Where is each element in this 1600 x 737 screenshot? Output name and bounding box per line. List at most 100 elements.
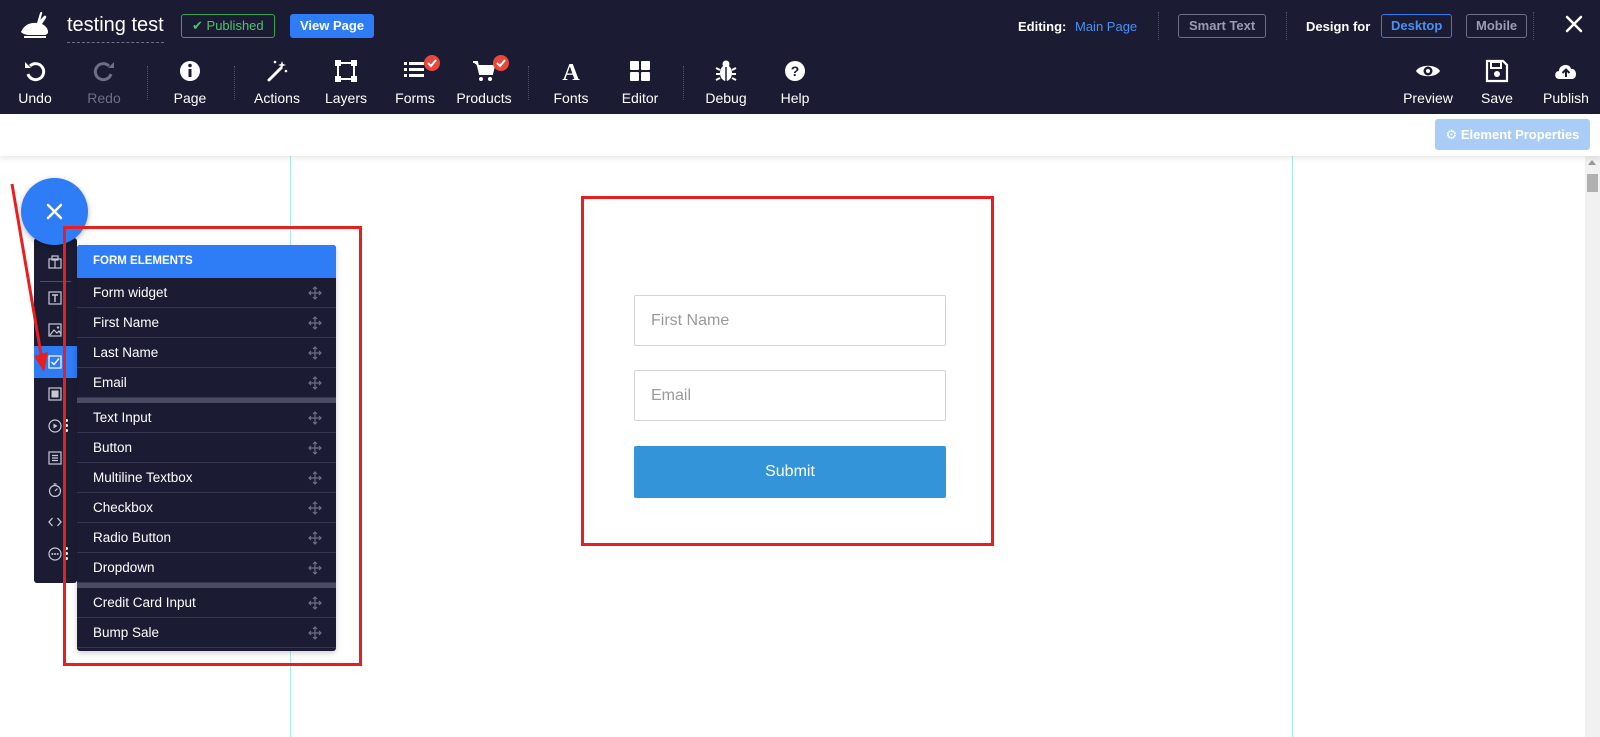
rail-item-more[interactable] [34,538,77,570]
panel-header: FORM ELEMENTS [77,245,336,278]
form-elements-panel: FORM ELEMENTS Form widget First Name Last … [77,245,336,651]
rail-item-forms[interactable] [34,346,77,378]
panel-item-label: Button [93,440,133,455]
help-button[interactable]: ? Help [760,58,830,106]
editor-button[interactable]: Editor [605,58,675,106]
panel-item[interactable]: Checkbox [77,493,336,523]
page-button[interactable]: Page [155,58,225,106]
actions-label: Actions [254,90,300,106]
fonts-label: Fonts [553,90,589,106]
panel-item[interactable]: Button [77,433,336,463]
panel-item[interactable]: First Name [77,308,336,338]
structure-icon [48,255,62,269]
panel-item-label: Credit Card Input [93,595,196,610]
rail-item-text[interactable] [34,282,77,314]
page-label: Page [173,90,207,106]
email-input[interactable] [634,370,946,421]
panel-item-label: Email [93,375,127,390]
undo-button[interactable]: Undo [0,58,70,106]
panel-item[interactable]: Multiline Textbox [77,463,336,493]
element-category-rail [34,238,77,583]
actions-button[interactable]: Actions [242,58,312,106]
forms-button[interactable]: Forms [380,55,450,106]
scroll-thumb[interactable] [1587,174,1598,192]
rail-item-video[interactable] [34,410,77,442]
panel-item[interactable]: Radio Button [77,523,336,553]
drag-handle-icon[interactable] [308,471,322,485]
panel-item[interactable]: Last Name [77,338,336,368]
canvas-scrollbar[interactable] [1585,156,1600,737]
drag-handle-icon[interactable] [308,501,322,515]
published-status-button[interactable]: ✔ Published [181,14,275,38]
redo-button[interactable]: Redo [69,58,139,106]
rail-item-timer[interactable] [34,474,77,506]
video-icon [48,419,62,433]
preview-button[interactable]: Preview [1393,58,1463,106]
rail-item-image[interactable] [34,314,77,346]
element-properties-button[interactable]: ⚙ Element Properties [1435,119,1590,150]
more-icon [48,547,62,561]
grid-icon [630,61,650,81]
page-title[interactable]: testing test [67,14,164,43]
close-editor-icon[interactable] [1560,10,1588,38]
check-badge-icon [493,55,509,71]
font-icon: A [562,60,580,84]
panel-item-label: Checkbox [93,500,154,515]
drag-handle-icon[interactable] [308,596,322,610]
panel-item-label: Text Input [93,410,152,425]
fonts-button[interactable]: A Fonts [536,58,606,106]
panel-item[interactable]: Email [77,368,336,398]
layers-button[interactable]: Layers [311,58,381,106]
editing-label: Editing: [1018,19,1067,34]
redo-icon [93,62,114,82]
design-for-label: Design for [1306,19,1371,34]
timer-icon [48,483,62,497]
submit-button[interactable]: Submit [634,446,946,498]
drag-handle-icon[interactable] [308,441,322,455]
bug-icon [715,60,737,81]
layers-icon [335,60,357,82]
publish-button[interactable]: Publish [1531,58,1600,106]
panel-item-label: Last Name [93,345,159,360]
save-button[interactable]: Save [1462,58,1532,106]
drag-handle-icon[interactable] [308,411,322,425]
panel-item[interactable]: Text Input [77,403,336,433]
preview-label: Preview [1403,90,1453,106]
debug-button[interactable]: Debug [691,58,761,106]
divider [147,66,148,100]
rail-item-box[interactable] [34,378,77,410]
drag-handle-icon[interactable] [308,531,322,545]
drag-handle-icon[interactable] [308,286,322,300]
close-add-menu-button[interactable] [21,178,88,245]
panel-item-label: Multiline Textbox [93,470,193,485]
debug-label: Debug [705,90,747,106]
products-button[interactable]: Products [449,55,519,106]
panel-item[interactable]: Dropdown [77,553,336,583]
rail-item-code[interactable] [34,506,77,538]
rail-item-list[interactable] [34,442,77,474]
desktop-view-button[interactable]: Desktop [1381,14,1453,38]
panel-item-label: Dropdown [93,560,155,575]
help-label: Help [780,90,810,106]
editing-page-link[interactable]: Main Page [1075,19,1137,34]
drag-handle-icon[interactable] [308,316,322,330]
panel-item-label: Radio Button [93,530,172,545]
drag-handle-icon[interactable] [308,561,322,575]
text-icon [48,291,62,305]
redo-label: Redo [87,90,121,106]
mobile-view-button[interactable]: Mobile [1466,14,1528,38]
view-page-button[interactable]: View Page [290,14,375,38]
panel-item[interactable]: Credit Card Input [77,588,336,618]
scroll-up-icon[interactable] [1588,160,1596,165]
smart-text-button[interactable]: Smart Text [1178,14,1267,38]
panel-item[interactable]: Bump Sale [77,618,336,648]
drag-handle-icon[interactable] [308,346,322,360]
rabbit-logo-icon[interactable] [18,10,52,42]
panel-item[interactable]: Form widget [77,278,336,308]
drag-handle-icon[interactable] [308,376,322,390]
check-badge-icon [424,55,440,71]
more-dots-icon [65,419,69,433]
drag-handle-icon[interactable] [308,626,322,640]
first-name-input[interactable] [634,295,946,346]
rail-item-structure[interactable] [34,246,77,278]
